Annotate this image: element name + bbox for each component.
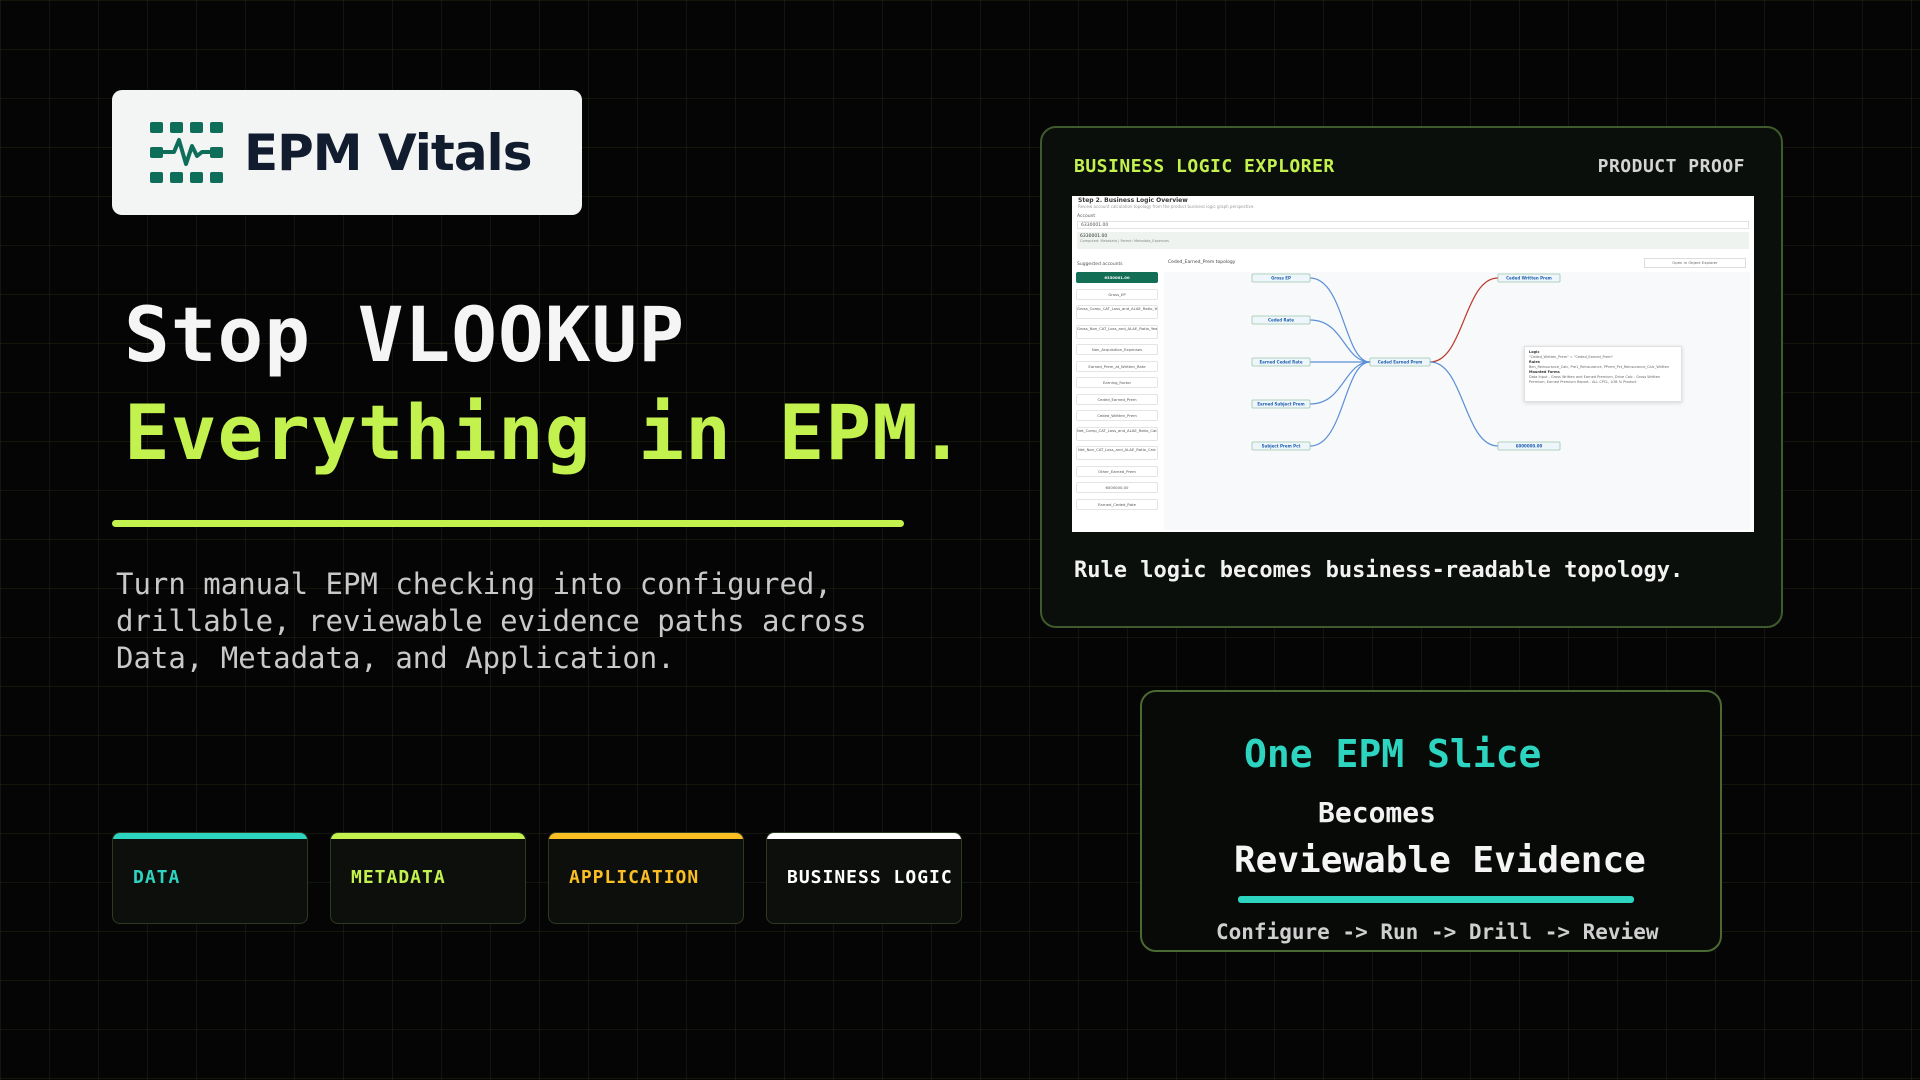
open-object-explorer-button[interactable]: Open in Object Explorer [1644, 258, 1746, 268]
headline-line-1: Stop VLOOKUP [124, 290, 686, 379]
pillar-accent-bar [549, 833, 743, 839]
brand-logo-card: EPM Vitals [112, 90, 582, 215]
evidence-card: One EPM Slice Becomes Reviewable Evidenc… [1140, 690, 1722, 952]
step-title: Step 2. Business Logic Overview [1078, 197, 1188, 204]
selected-account-row[interactable]: 6330001.00 Computed: Metadata | Parent: … [1077, 232, 1749, 249]
pillar-label: BUSINESS LOGIC [787, 867, 953, 888]
evidence-line-2: Becomes [1318, 796, 1437, 829]
step-subtitle: Review account calculation topology from… [1078, 204, 1255, 209]
account-item[interactable]: Non_Acquisition_Expenses [1076, 344, 1158, 355]
pillar-label: METADATA [351, 867, 446, 888]
pillar-accent-bar [767, 833, 961, 839]
account-item[interactable]: Ceded_Earned_Prem [1076, 393, 1158, 405]
topology-node[interactable]: 6000000.00 [1516, 444, 1543, 449]
pillar-application: APPLICATION [548, 832, 744, 924]
account-item[interactable]: Earning_Factor [1076, 377, 1158, 388]
headline-divider [112, 520, 904, 527]
account-item[interactable]: Net_Non_CAT_Loss_and_ALAE_Ratio_Calc [1076, 446, 1158, 460]
headline-line-2: Everything in EPM. [124, 388, 966, 477]
tooltip-logic-text: "Ceded_Written_Prem" = "Ceded_Earned_Pre… [1529, 355, 1614, 359]
tooltip-forms-title: Mounted Forms [1529, 370, 1560, 374]
explorer-title: BUSINESS LOGIC EXPLORER [1074, 156, 1335, 177]
topology-node[interactable]: Earned Ceded Rate [1259, 360, 1302, 365]
suggested-accounts-label: Suggested accounts [1077, 262, 1123, 267]
pillar-business-logic: BUSINESS LOGIC [766, 832, 962, 924]
topology-node[interactable]: Ceded Written Prem [1506, 276, 1552, 281]
account-item[interactable]: Gross_Comp_CAT_Loss_and_ALAE_Ratio_YearT… [1076, 305, 1158, 319]
pillar-accent-bar [113, 833, 307, 839]
explorer-caption: Rule logic becomes business-readable top… [1074, 558, 1684, 583]
topology-label: Ceded_Earned_Prem topology [1168, 260, 1236, 265]
workflow-steps: Configure -> Run -> Drill -> Review [1216, 920, 1659, 944]
account-label: Account [1077, 214, 1096, 219]
tooltip-logic-title: Logic [1529, 350, 1540, 354]
hero-description: Turn manual EPM checking into configured… [116, 567, 867, 675]
topology-center-node[interactable]: Ceded Earned Prem [1378, 360, 1423, 365]
node-tooltip: Logic "Ceded_Written_Prem" = "Ceded_Earn… [1524, 346, 1682, 402]
account-item[interactable]: Earned_Ceded_Rate [1076, 498, 1158, 510]
account-item[interactable]: 6330001.00 [1076, 272, 1158, 283]
topology-node[interactable]: Gross EP [1271, 276, 1291, 281]
tooltip-forms-text: Data Input - Gross Written and Earned Pr… [1529, 375, 1661, 384]
account-item[interactable]: Gross_Non_CAT_Loss_and_ALAE_Ratio_YearTo… [1076, 324, 1158, 339]
account-item[interactable]: Gross_EP [1076, 288, 1158, 300]
tooltip-rules-text: Ben_Reinsurance_Calc, Pre1_Reinsurance, … [1529, 365, 1670, 369]
suggested-accounts-list: 6330001.00 Gross_EP Gross_Comp_CAT_Loss_… [1076, 272, 1158, 515]
evidence-line-1: One EPM Slice [1244, 732, 1542, 776]
account-item[interactable]: Other_Earned_Prem [1076, 465, 1158, 477]
account-item[interactable]: Ceded_Written_Prem [1076, 410, 1158, 421]
pillar-label: DATA [133, 867, 181, 888]
business-logic-explorer-panel: BUSINESS LOGIC EXPLORER PRODUCT PROOF St… [1040, 126, 1783, 628]
pillar-data: DATA [112, 832, 308, 924]
evidence-line-3: Reviewable Evidence [1234, 840, 1646, 881]
topology-node[interactable]: Ceded Rate [1268, 318, 1294, 323]
explorer-screenshot: Step 2. Business Logic Overview Review a… [1072, 196, 1754, 532]
pillar-label: APPLICATION [569, 867, 700, 888]
selected-account-detail: Computed: Metadata | Parent: Metadata_Ex… [1080, 239, 1169, 243]
account-item[interactable]: 6000000.00 [1076, 482, 1158, 493]
account-input[interactable]: 6330001.00 [1077, 221, 1749, 229]
product-proof-badge: PRODUCT PROOF [1597, 156, 1745, 177]
account-item[interactable]: Earned_Prem_at_Written_Rate [1076, 360, 1158, 372]
account-item[interactable]: Net_Comp_CAT_Loss_and_ALAE_Ratio_Calc [1076, 426, 1158, 441]
tooltip-rules-title: Rules [1529, 360, 1540, 364]
pillar-metadata: METADATA [330, 832, 526, 924]
topology-node[interactable]: Subject Prem Pct [1262, 444, 1301, 449]
evidence-divider [1238, 896, 1634, 903]
brand-name: EPM Vitals [244, 123, 532, 182]
topology-node[interactable]: Earned Subject Prem [1257, 402, 1304, 407]
pulse-grid-icon [150, 121, 223, 183]
pillar-accent-bar [331, 833, 525, 839]
